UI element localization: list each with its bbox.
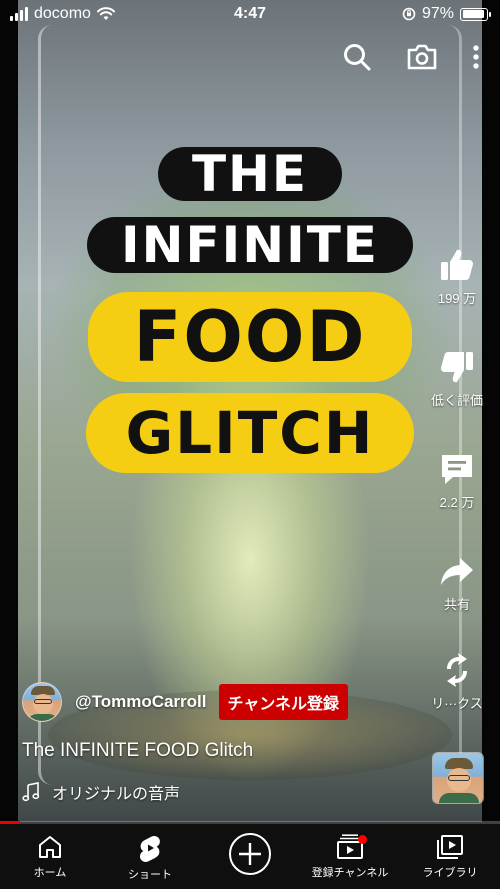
like-count: 199 万 [437, 291, 477, 306]
remix-button[interactable]: リ···クス [424, 651, 490, 712]
nav-library-label: ライブラリ [422, 867, 478, 879]
status-right: 97% [402, 5, 491, 23]
more-vert-icon[interactable] [472, 44, 480, 70]
music-note-icon [22, 782, 40, 802]
add-circle-icon [229, 833, 271, 875]
dislike-button[interactable]: 低く評価 [424, 348, 490, 409]
title-text-1: THE [157, 147, 343, 201]
battery-icon [460, 7, 491, 21]
orientation-lock-icon [402, 7, 416, 21]
bottom-nav: ホーム ショート 登録チャンネル ライブラリ [0, 824, 500, 889]
new-content-dot [358, 835, 367, 844]
share-label: 共有 [443, 597, 470, 612]
nav-shorts-label: ショート [128, 869, 172, 881]
remix-icon [447, 653, 467, 687]
remix-label: リ···クス [431, 696, 483, 711]
sound-row[interactable]: オリジナルの音声 [22, 780, 180, 804]
library-icon [437, 835, 463, 859]
share-icon [441, 558, 473, 585]
thumbs-up-icon [441, 249, 473, 280]
like-button[interactable]: 199 万 [424, 246, 490, 307]
nav-shorts[interactable]: ショート [100, 824, 200, 889]
search-icon[interactable] [342, 42, 372, 72]
sound-label: オリジナルの音声 [52, 786, 181, 803]
home-icon [39, 836, 61, 858]
comment-icon [442, 455, 472, 484]
channel-handle[interactable]: @TommoCarroll [75, 692, 207, 712]
comment-count: 2.2 万 [439, 495, 475, 510]
camera-icon[interactable] [406, 42, 438, 72]
subscribe-button[interactable]: チャンネル登録 [218, 684, 349, 720]
channel-avatar[interactable] [22, 682, 62, 722]
thumbs-down-icon [441, 352, 473, 383]
nav-library[interactable]: ライブラリ [400, 824, 500, 889]
status-bar: docomo 4:47 97% [0, 0, 500, 28]
nav-home-label: ホーム [33, 867, 67, 879]
title-line-1: THE [0, 147, 500, 201]
top-toolbar [342, 42, 480, 72]
title-text-3: FOOD [87, 292, 413, 382]
nav-subscriptions[interactable]: 登録チャンネル [300, 824, 400, 889]
nav-home[interactable]: ホーム [0, 824, 100, 889]
title-text-2: INFINITE [87, 217, 413, 273]
video-title[interactable]: The INFINITE FOOD Glitch [22, 740, 253, 762]
share-button[interactable]: 共有 [424, 552, 490, 613]
nav-subscriptions-label: 登録チャンネル [311, 867, 389, 879]
shorts-icon [140, 836, 160, 862]
comment-button[interactable]: 2.2 万 [424, 450, 490, 511]
sound-thumbnail[interactable] [432, 752, 484, 804]
nav-create[interactable] [200, 824, 300, 889]
title-text-4: GLITCH [85, 393, 415, 473]
battery-percent: 97% [421, 5, 454, 22]
dislike-label: 低く評価 [430, 393, 483, 408]
channel-row: @TommoCarroll チャンネル登録 [22, 682, 349, 722]
